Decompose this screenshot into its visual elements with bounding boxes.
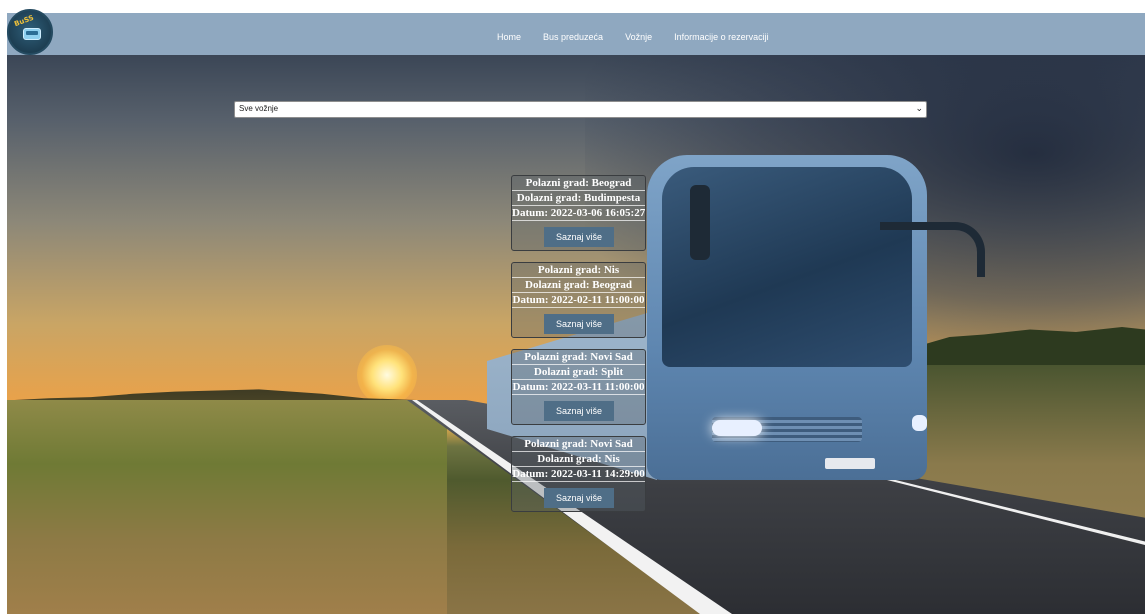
bus-plate xyxy=(825,458,875,469)
rides-filter-value: Sve vožnje xyxy=(239,104,279,113)
ride-arrival-city: Dolazni grad: Split xyxy=(512,365,645,380)
navbar: BuSS Home Bus preduzeća Vožnje Informaci… xyxy=(7,9,1145,55)
nav-link-home[interactable]: Home xyxy=(497,32,521,42)
bus-mirror-right xyxy=(880,222,985,277)
nav-link-reservation-info[interactable]: Informacije o rezervaciji xyxy=(674,32,769,42)
ride-departure-city: Polazni grad: Beograd xyxy=(512,176,645,191)
sun xyxy=(357,345,417,405)
ride-departure-city: Polazni grad: Nis xyxy=(512,263,645,278)
ride-date: Datum: 2022-03-06 16:05:27 xyxy=(512,207,645,221)
nav-link-bus-companies[interactable]: Bus preduzeća xyxy=(543,32,603,42)
page: BuSS Home Bus preduzeća Vožnje Informaci… xyxy=(0,0,1145,614)
learn-more-button[interactable]: Saznaj više xyxy=(544,401,614,421)
ride-date: Datum: 2022-02-11 11:00:00 xyxy=(512,294,645,308)
ride-card: Polazni grad: Novi Sad Dolazni grad: Spl… xyxy=(511,349,646,425)
learn-more-button[interactable]: Saznaj više xyxy=(544,488,614,508)
logo-text: BuSS xyxy=(13,13,35,29)
ride-date: Datum: 2022-03-11 14:29:00 xyxy=(512,468,645,482)
ride-card: Polazni grad: Beograd Dolazni grad: Budi… xyxy=(511,175,646,251)
rides-filter-select[interactable]: Sve vožnje ⌄ xyxy=(234,101,927,118)
bus-headlight-left xyxy=(712,420,762,436)
chevron-down-icon: ⌄ xyxy=(915,104,923,114)
learn-more-button[interactable]: Saznaj više xyxy=(544,227,614,247)
ride-arrival-city: Dolazni grad: Budimpesta xyxy=(512,191,645,206)
field-left xyxy=(7,400,447,614)
bus-mirror-left xyxy=(690,185,710,260)
ride-card: Polazni grad: Novi Sad Dolazni grad: Nis… xyxy=(511,436,646,512)
bus-icon xyxy=(23,28,41,40)
learn-more-button[interactable]: Saznaj više xyxy=(544,314,614,334)
bus-headlight-right xyxy=(912,415,927,431)
ride-arrival-city: Dolazni grad: Nis xyxy=(512,452,645,467)
nav-link-rides[interactable]: Vožnje xyxy=(625,32,652,42)
rides-list: Polazni grad: Beograd Dolazni grad: Budi… xyxy=(511,175,646,523)
ride-departure-city: Polazni grad: Novi Sad xyxy=(512,437,645,452)
ride-departure-city: Polazni grad: Novi Sad xyxy=(512,350,645,365)
nav-links: Home Bus preduzeća Vožnje Informacije o … xyxy=(497,32,791,42)
ride-date: Datum: 2022-03-11 11:00:00 xyxy=(512,381,645,395)
ride-arrival-city: Dolazni grad: Beograd xyxy=(512,278,645,293)
logo[interactable]: BuSS xyxy=(7,9,53,55)
ride-card: Polazni grad: Nis Dolazni grad: Beograd … xyxy=(511,262,646,338)
